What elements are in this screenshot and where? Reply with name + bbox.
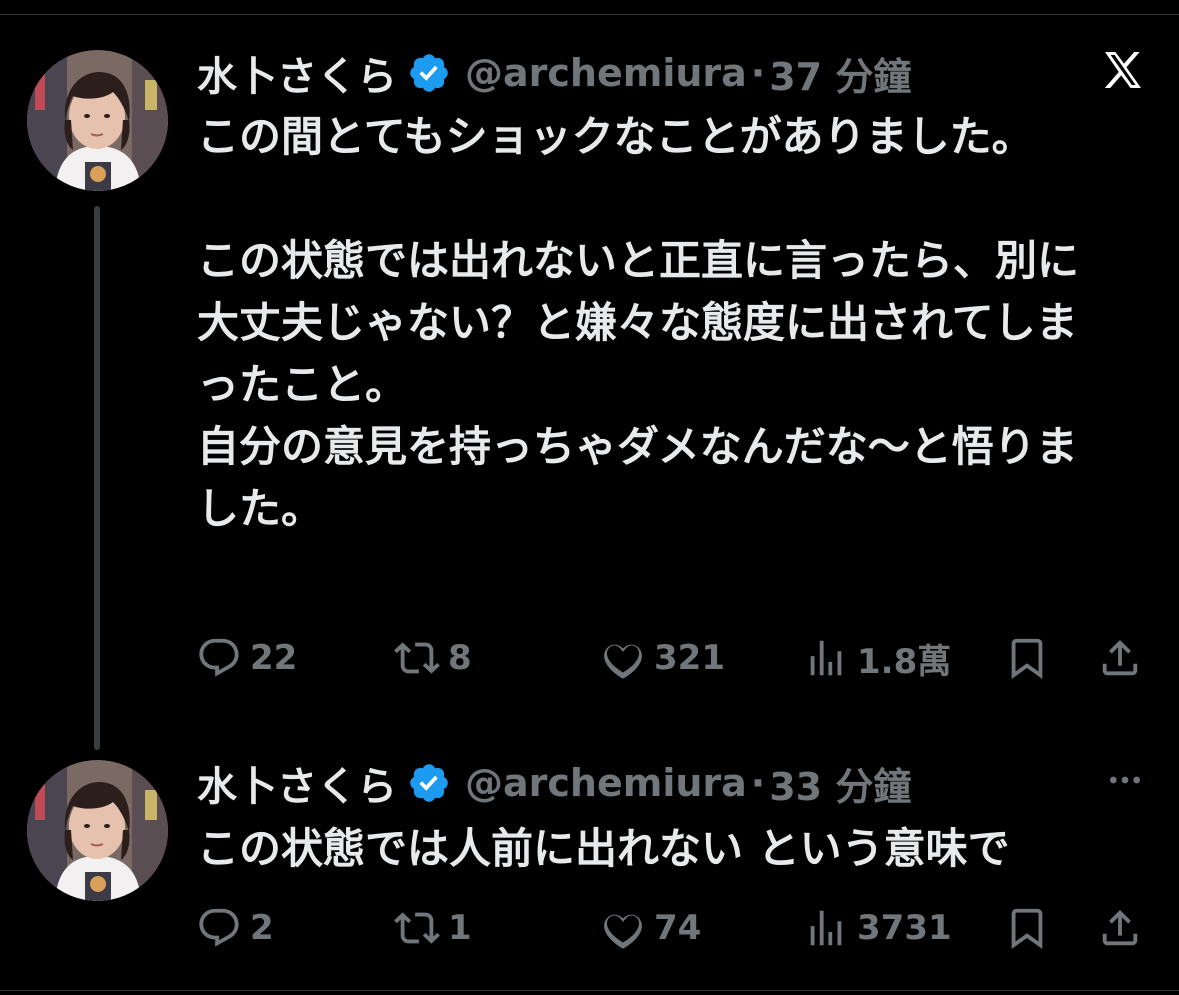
like-count: 321	[654, 638, 725, 678]
more-icon[interactable]	[1103, 760, 1147, 800]
reply-button[interactable]: 2	[196, 903, 274, 953]
bookmark-button[interactable]	[1004, 633, 1050, 683]
author-handle[interactable]: @archemiura	[465, 761, 747, 805]
timestamp[interactable]: 33 分鐘	[769, 756, 911, 811]
avatar-photo	[27, 760, 168, 901]
separator-dot: ·	[750, 761, 766, 805]
author-handle[interactable]: @archemiura	[465, 51, 747, 95]
share-icon	[1102, 909, 1138, 946]
verified-badge-icon[interactable]	[407, 761, 451, 805]
view-count: 3731	[857, 908, 952, 948]
reply-count: 2	[250, 908, 274, 948]
repost-count: 1	[448, 908, 472, 948]
verified-badge-icon[interactable]	[407, 51, 451, 95]
reply-icon	[199, 908, 239, 947]
bookmark-button[interactable]	[1004, 903, 1050, 953]
repost-button[interactable]: 8	[394, 633, 472, 683]
action-bar: 2 1 74 3731	[0, 903, 1179, 953]
reply-count: 22	[250, 638, 298, 678]
repost-icon	[394, 912, 440, 944]
like-button[interactable]: 321	[600, 633, 725, 683]
tweet-header: 水卜さくら @archemiura · 37 分鐘	[197, 46, 911, 101]
x-logo-icon[interactable]	[1098, 46, 1148, 94]
timestamp[interactable]: 37 分鐘	[769, 46, 911, 101]
tweet-header: 水卜さくら @archemiura · 33 分鐘	[197, 756, 911, 811]
views-button[interactable]: 1.8萬	[803, 633, 951, 683]
author-name[interactable]: 水卜さくら	[197, 44, 397, 102]
separator-dot: ·	[750, 51, 766, 95]
heart-icon	[604, 644, 642, 680]
author-name[interactable]: 水卜さくら	[197, 754, 397, 812]
repost-button[interactable]: 1	[394, 903, 472, 953]
bookmark-icon	[1011, 638, 1043, 679]
view-count: 1.8萬	[857, 641, 952, 682]
action-bar: 22 8 321 1.8萬	[0, 633, 1179, 683]
share-button[interactable]	[1097, 903, 1143, 953]
repost-icon	[394, 642, 440, 674]
bookmark-icon	[1011, 908, 1043, 949]
tweet-text: この状態では人前に出れない という意味で	[197, 824, 1010, 873]
top-divider	[0, 14, 1179, 15]
views-icon	[810, 640, 842, 676]
bottom-divider	[0, 990, 1179, 991]
tweet-text: この間とてもショックなことがありました。 この状態では出れないと正直に言ったら、…	[197, 112, 1080, 533]
avatar[interactable]	[27, 760, 168, 901]
share-icon	[1102, 639, 1138, 676]
avatar-photo	[27, 50, 168, 191]
heart-icon	[604, 914, 642, 950]
repost-count: 8	[448, 638, 472, 678]
views-button[interactable]: 3731	[803, 903, 952, 953]
avatar[interactable]	[27, 50, 168, 191]
like-button[interactable]: 74	[600, 903, 701, 953]
share-button[interactable]	[1097, 633, 1143, 683]
reply-icon	[199, 638, 239, 677]
reply-button[interactable]: 22	[196, 633, 297, 683]
like-count: 74	[654, 908, 702, 948]
views-icon	[810, 910, 842, 946]
